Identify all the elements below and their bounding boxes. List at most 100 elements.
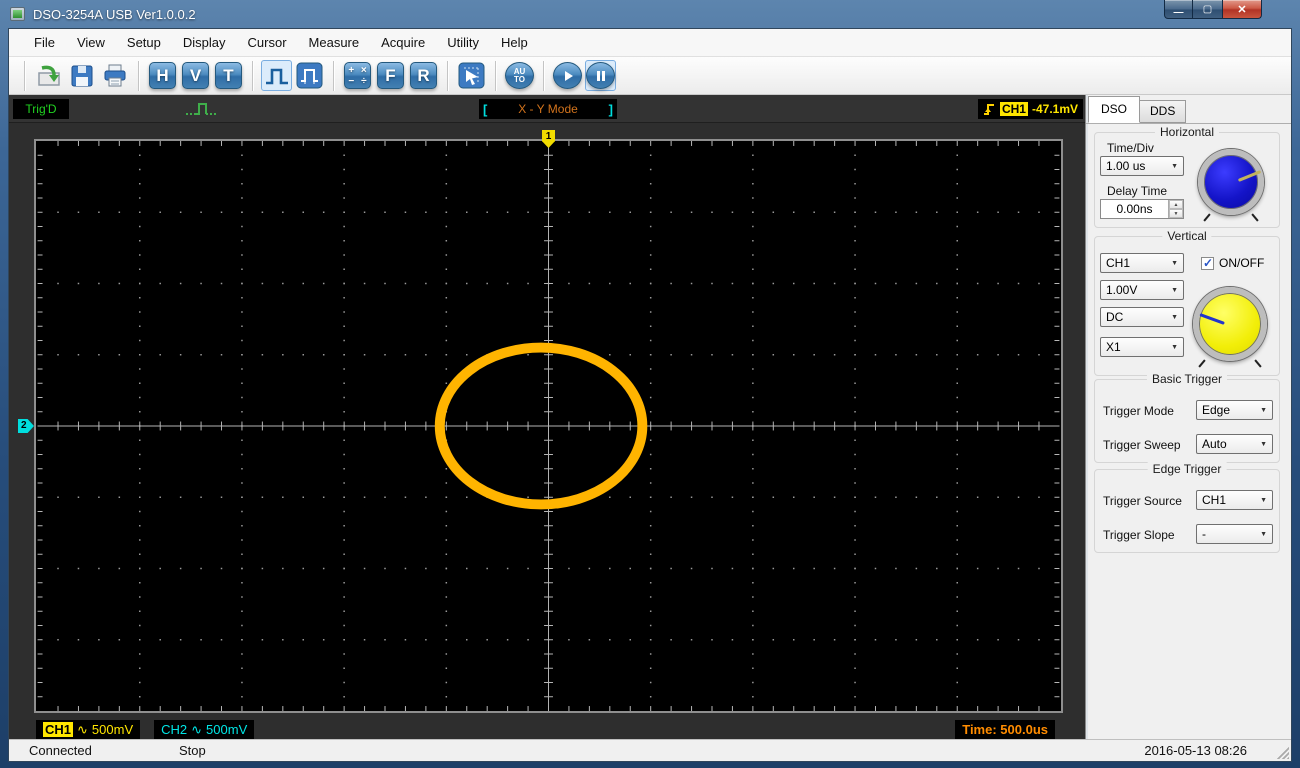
pulse-wave-icon <box>265 68 288 84</box>
toolbar-separator <box>138 60 139 91</box>
trigger-sweep-label: Trigger Sweep <box>1103 438 1181 452</box>
scope-area: 1 2 CH1 ∿ 500mV CH2 ∿ 500mV Time: 500.0u… <box>9 123 1085 739</box>
time-per-div-label: Time: 500.0us <box>955 720 1055 739</box>
channel-onoff-checkbox[interactable]: ON/OFF <box>1201 256 1264 270</box>
knob-pointer <box>1237 170 1262 182</box>
ref-button[interactable]: R <box>408 60 439 91</box>
xy-mode-label: X - Y Mode <box>518 102 578 116</box>
trigger-source-label: Trigger Source <box>1103 494 1182 508</box>
right-bracket: ] <box>608 101 613 117</box>
ch2-position-marker[interactable]: 2 <box>18 419 34 433</box>
ch2-coupling-symbol: ∿ <box>191 721 203 737</box>
menu-utility[interactable]: Utility <box>436 31 490 54</box>
volt-div-select[interactable]: 1.00V <box>1100 280 1184 300</box>
autoset-button[interactable]: AU TO <box>504 60 535 91</box>
vertical-group-title: Vertical <box>1162 229 1212 243</box>
maximize-icon: ▢ <box>1202 3 1213 15</box>
control-panel: DSO DDS Horizontal Time/Div 1.00 us Dela… <box>1085 95 1291 739</box>
step-up-icon: ▲ <box>1169 200 1183 209</box>
left-bracket: [ <box>483 101 488 117</box>
timediv-label: Time/Div <box>1107 141 1154 155</box>
ch2-scale-label[interactable]: CH2 ∿ 500mV <box>154 720 255 739</box>
print-button[interactable] <box>99 60 130 91</box>
pulse-waveform-button[interactable] <box>261 60 292 91</box>
math-operators-icon: + − × ÷ <box>344 62 371 89</box>
horizontal-settings-button[interactable]: H <box>147 60 178 91</box>
pause-icon <box>586 62 615 89</box>
menu-help[interactable]: Help <box>490 31 539 54</box>
stepper-arrows[interactable]: ▲ ▼ <box>1168 200 1183 218</box>
menu-file[interactable]: File <box>23 31 66 54</box>
fft-button[interactable]: F <box>375 60 406 91</box>
tab-dso[interactable]: DSO <box>1088 96 1141 123</box>
vertical-settings-button[interactable]: V <box>180 60 211 91</box>
menu-view[interactable]: View <box>66 31 116 54</box>
close-icon: ✕ <box>1237 3 1247 16</box>
toolbar-separator <box>333 60 334 91</box>
trigger-status-indicator: Trig'D <box>13 99 69 119</box>
title-bar[interactable]: DSO-3254A USB Ver1.0.0.2 — ▢ ✕ <box>0 0 1300 28</box>
toolbar-separator <box>24 60 25 91</box>
menu-cursor[interactable]: Cursor <box>237 31 298 54</box>
scope-display <box>34 139 1063 713</box>
acquisition-status: Stop <box>179 743 206 758</box>
trigger-settings-button[interactable]: T <box>213 60 244 91</box>
trigger-level-indicator: CH1 -47.1mV <box>977 99 1083 119</box>
pause-button[interactable] <box>585 60 616 91</box>
trigger-edge-icon <box>983 104 994 115</box>
menu-setup[interactable]: Setup <box>116 31 172 54</box>
knob-pointer <box>1199 313 1225 325</box>
math-button[interactable]: + − × ÷ <box>342 60 373 91</box>
pulse-measure-button[interactable] <box>294 60 325 91</box>
checkbox-check-icon <box>1201 256 1214 270</box>
connection-status: Connected <box>29 743 92 758</box>
trigger-mode-select[interactable]: Edge <box>1196 400 1273 420</box>
minimize-button[interactable]: — <box>1164 0 1193 19</box>
maximize-button[interactable]: ▢ <box>1193 0 1222 19</box>
coupling-select[interactable]: DC <box>1100 307 1184 327</box>
trigger-source-select[interactable]: CH1 <box>1196 490 1273 510</box>
timediv-select[interactable]: 1.00 us <box>1100 156 1184 176</box>
f-letter-icon: F <box>377 62 404 89</box>
ch1-coupling-symbol: ∿ <box>77 721 88 737</box>
trigger-mode-label: Trigger Mode <box>1103 404 1174 418</box>
save-button[interactable] <box>66 60 97 91</box>
trigger-sweep-select[interactable]: Auto <box>1196 434 1273 454</box>
app-client-area: File View Setup Display Cursor Measure A… <box>8 28 1292 762</box>
datetime-label: 2016-05-13 08:26 <box>1144 743 1247 758</box>
pulse-measure-icon <box>296 62 323 89</box>
toolbar-separator <box>543 60 544 91</box>
channel-select[interactable]: CH1 <box>1100 253 1184 273</box>
ch1-badge: CH1 <box>43 722 74 737</box>
trigger-slope-label: Trigger Slope <box>1103 528 1175 542</box>
basic-trigger-title: Basic Trigger <box>1146 372 1228 386</box>
scope-column: Trig'D [ X - Y Mode ] CH1 -47.1mV 1 2 CH… <box>9 95 1085 739</box>
cursor-measure-button[interactable] <box>456 60 487 91</box>
run-button[interactable] <box>552 60 583 91</box>
play-icon <box>553 62 582 89</box>
menu-display[interactable]: Display <box>172 31 237 54</box>
minimize-icon: — <box>1173 6 1184 18</box>
horizontal-group-title: Horizontal <box>1154 125 1220 139</box>
close-button[interactable]: ✕ <box>1222 0 1262 19</box>
app-icon <box>10 7 25 21</box>
h-letter-icon: H <box>149 62 176 89</box>
horizontal-knob[interactable] <box>1198 149 1264 215</box>
probe-select[interactable]: X1 <box>1100 337 1184 357</box>
trigger-level-value: -47.1mV <box>1031 102 1078 116</box>
vertical-knob[interactable] <box>1193 287 1267 361</box>
toolbar: H V T + − × ÷ F R AU TO <box>9 57 1291 95</box>
resize-grip[interactable] <box>1277 747 1289 759</box>
ch2-badge: CH2 <box>161 722 188 737</box>
menu-measure[interactable]: Measure <box>298 31 371 54</box>
edge-trigger-group: Edge Trigger Trigger Source CH1 Trigger … <box>1094 462 1280 553</box>
menu-acquire[interactable]: Acquire <box>370 31 436 54</box>
t-letter-icon: T <box>215 62 242 89</box>
open-button[interactable] <box>33 60 64 91</box>
delay-time-stepper[interactable]: 0.00ns ▲ ▼ <box>1100 199 1184 219</box>
ch1-scale-label[interactable]: CH1 ∿ 500mV <box>36 720 141 739</box>
tab-dds[interactable]: DDS <box>1139 100 1187 123</box>
trigger-slope-select[interactable]: - <box>1196 524 1273 544</box>
panel-content: Horizontal Time/Div 1.00 us Delay Time 0… <box>1086 123 1291 739</box>
toolbar-separator <box>447 60 448 91</box>
